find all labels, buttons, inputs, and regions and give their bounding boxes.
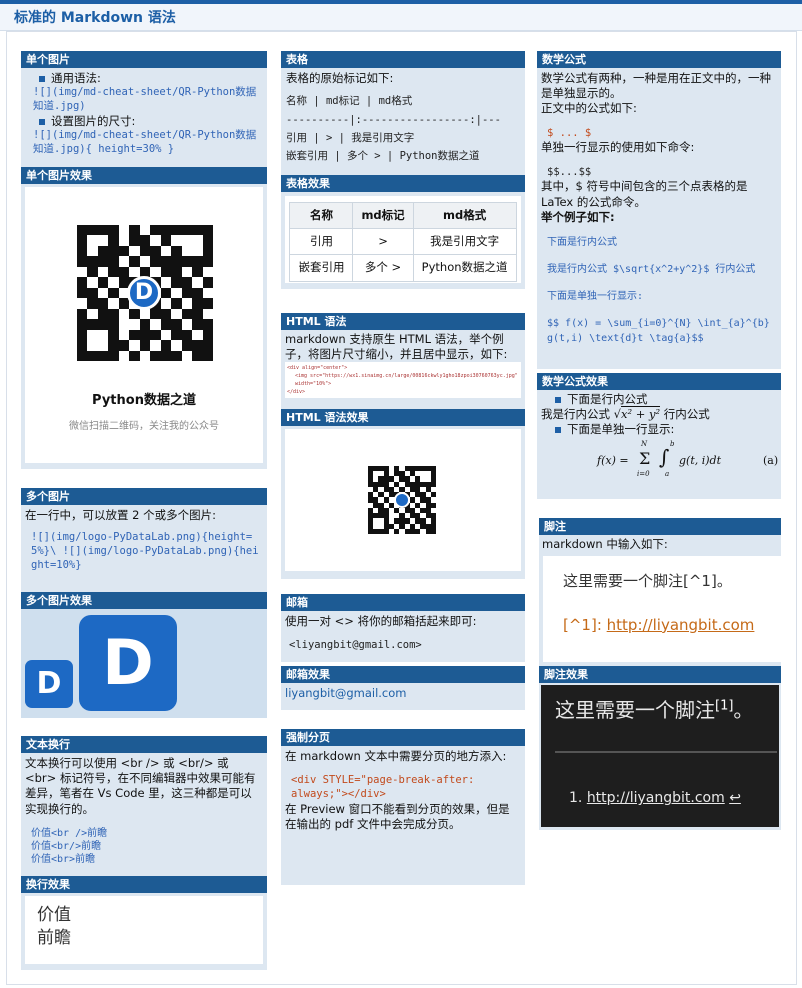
list-item: 下面是单独一行显示:: [541, 422, 777, 437]
table-card: 表格 表格的原始标记如下: 名称 | md标记 | md格式 ---------…: [281, 51, 525, 175]
qr-image-panel: D Python数据之道 微信扫描二维码，关注我的公众号: [25, 187, 263, 463]
footnote-rendered-panel: 这里需要一个脚注[1]。 1. http://liyangbit.com ↩: [541, 685, 779, 827]
footnote-divider: [555, 751, 777, 753]
footnote-rendered-link[interactable]: http://liyangbit.com: [587, 790, 725, 806]
section-text: 表格的原始标记如下:: [286, 71, 394, 85]
code-block: ![](img/logo-PyDataLab.png){height=5%}\ …: [31, 531, 259, 571]
section-header: 多个图片效果: [21, 592, 267, 609]
section-note: 在 Preview 窗口不能看到分页的效果，但是在输出的 pdf 文件中会完成分…: [285, 801, 510, 832]
section-text: 使用一对 <> 将你的邮箱括起来即可:: [285, 614, 477, 628]
qr-title: Python数据之道: [92, 393, 196, 408]
section-header: 数学公式: [537, 51, 781, 68]
rendered-table: 名称 md标记 md格式 引用 > 我是引用文字 嵌套引用 多个 > Pytho…: [289, 201, 517, 282]
code-block: $$...$$: [547, 165, 592, 178]
section-header: 表格: [281, 51, 525, 68]
section-header: 脚注效果: [539, 666, 781, 683]
section-header: 邮箱: [281, 594, 525, 611]
html-effect-card: HTML 语法效果: [281, 409, 525, 579]
cheat-sheet: 单个图片 通用语法: ![](img/md-cheat-sheet/QR-Pyt…: [6, 31, 797, 985]
section-header: 文本换行: [21, 736, 267, 753]
section-header: 脚注: [539, 518, 781, 535]
line-break-output: 价值 前瞻: [25, 896, 263, 964]
inline-formula-line: 我是行内公式 √x² + y² 行内公式: [541, 406, 710, 422]
bullet-icon: [555, 397, 561, 403]
section-text: 文本换行可以使用 <br /> 或 <br/> 或 <br> 标记符号，在不同编…: [25, 756, 256, 816]
code-block: $ ... $: [547, 126, 592, 139]
table-output: 名称 md标记 md格式 引用 > 我是引用文字 嵌套引用 多个 > Pytho…: [285, 196, 521, 283]
table-row: 嵌套引用 多个 > Python数据之道: [289, 254, 517, 282]
footnote-effect-card: 脚注效果 这里需要一个脚注[1]。 1. http://liyangbit.co…: [539, 666, 781, 830]
section-text: 在一行中，可以放置 2 个或多个图片:: [25, 508, 217, 522]
email-effect-card: 邮箱效果 liyangbit@gmail.com: [281, 666, 525, 710]
section-text: markdown 支持原生 HTML 语法，举个例子，将图片尺寸缩小，并且居中显…: [285, 332, 508, 362]
bullet-icon: [555, 427, 561, 434]
bullet-icon: [39, 118, 45, 125]
list-item: 通用语法:: [25, 71, 263, 86]
code-block: 名称 | md标记 | md格式 ----------|:-----------…: [286, 95, 501, 163]
display-formula: f(x) = N Σ i=0 ∫ b a g(t, i)dt (a): [597, 439, 779, 478]
single-image-card: 单个图片 通用语法: ![](img/md-cheat-sheet/QR-Pyt…: [21, 51, 267, 169]
footnote-card: 脚注 markdown 中输入如下: 这里需要一个脚注[^1]。 [^1]: h…: [539, 518, 781, 666]
math-effect-card: 数学公式效果 下面是行内公式 我是行内公式 √x² + y² 行内公式 下面是单…: [537, 373, 781, 499]
section-header: HTML 语法: [281, 313, 525, 330]
line-break-effect-card: 换行效果 价值 前瞻: [21, 876, 267, 970]
table-effect-card: 表格效果 名称 md标记 md格式 引用 > 我是引用文字 嵌套引用 多个 > …: [281, 175, 525, 289]
section-text: markdown 中输入如下:: [542, 537, 668, 551]
footnote-source-panel: 这里需要一个脚注[^1]。 [^1]: http://liyangbit.com: [543, 556, 781, 662]
email-card: 邮箱 使用一对 <> 将你的邮箱括起来即可: <liyangbit@gmail.…: [281, 594, 525, 662]
section-header: 单个图片效果: [21, 167, 267, 184]
bullet-icon: [39, 76, 45, 82]
section-header: 邮箱效果: [281, 666, 525, 683]
table-row: 引用 > 我是引用文字: [289, 228, 517, 256]
section-header: 强制分页: [281, 729, 525, 746]
code-block: <liyangbit@gmail.com>: [289, 639, 422, 652]
section-header: HTML 语法效果: [281, 409, 525, 426]
section-text: 在 markdown 文本中需要分页的地方添入:: [285, 749, 507, 763]
code-block: 下面是行内公式 我是行内公式 $\sqrt{x^2+y^2}$ 行内公式 下面是…: [547, 236, 770, 344]
back-reference-icon[interactable]: ↩: [729, 790, 741, 806]
list-item: 设置图片的尺寸:: [25, 114, 263, 129]
code-block: <div STYLE="page-break-after: always;"><…: [291, 774, 475, 801]
line-break-card: 文本换行 文本换行可以使用 <br /> 或 <br/> 或 <br> 标记符号…: [21, 736, 267, 878]
footnote-rendered-text: 这里需要一个脚注[1]。: [555, 698, 754, 722]
multi-image-effect-card: 多个图片效果 D D: [21, 592, 267, 718]
section-header: 表格效果: [281, 175, 525, 192]
table-header-row: 名称 md标记 md格式: [289, 201, 517, 230]
logo-d-icon: D: [127, 276, 161, 310]
list-item: 下面是行内公式: [541, 392, 777, 407]
code-block: ![](img/md-cheat-sheet/QR-Python数据知道.jpg…: [33, 129, 257, 155]
section-header: 数学公式效果: [537, 373, 781, 390]
html-output: [285, 429, 521, 571]
logo-large-icon: D: [79, 615, 177, 711]
code-block: 价值<br />前瞻 价值<br/>前瞻 价值<br>前瞻: [31, 827, 108, 866]
logo-small-icon: D: [25, 660, 73, 708]
html-card: HTML 语法 markdown 支持原生 HTML 语法，举个例子，将图片尺寸…: [281, 313, 525, 410]
multi-image-card: 多个图片 在一行中，可以放置 2 个或多个图片: ![](img/logo-Py…: [21, 488, 267, 594]
page-break-card: 强制分页 在 markdown 文本中需要分页的地方添入: <div STYLE…: [281, 729, 525, 885]
single-image-effect-card: 单个图片效果 D Python数据之道 微信扫描二维码，关注我的公众号: [21, 167, 267, 469]
qr-caption: 微信扫描二维码，关注我的公众号: [69, 421, 219, 432]
section-text: 数学公式有两种，一种是用在正文中的，一种是单独显示的。: [541, 71, 771, 101]
section-header: 换行效果: [21, 876, 267, 893]
code-block: ![](img/md-cheat-sheet/QR-Python数据知道.jpg…: [33, 86, 257, 113]
math-card: 数学公式 数学公式有两种，一种是用在正文中的，一种是单独显示的。 正文中的公式如…: [537, 51, 781, 369]
logo-badge-icon: [394, 492, 410, 508]
footnote-link[interactable]: http://liyangbit.com: [607, 616, 755, 634]
html-code-snippet: <div align="center"> <img src="https://w…: [285, 362, 521, 399]
footnote-list-item: 1. http://liyangbit.com ↩: [569, 790, 741, 806]
section-header: 多个图片: [21, 488, 267, 505]
page-title: 标准的 Markdown 语法: [0, 4, 802, 31]
email-link[interactable]: liyangbit@gmail.com: [285, 686, 407, 700]
section-header: 单个图片: [21, 51, 267, 68]
